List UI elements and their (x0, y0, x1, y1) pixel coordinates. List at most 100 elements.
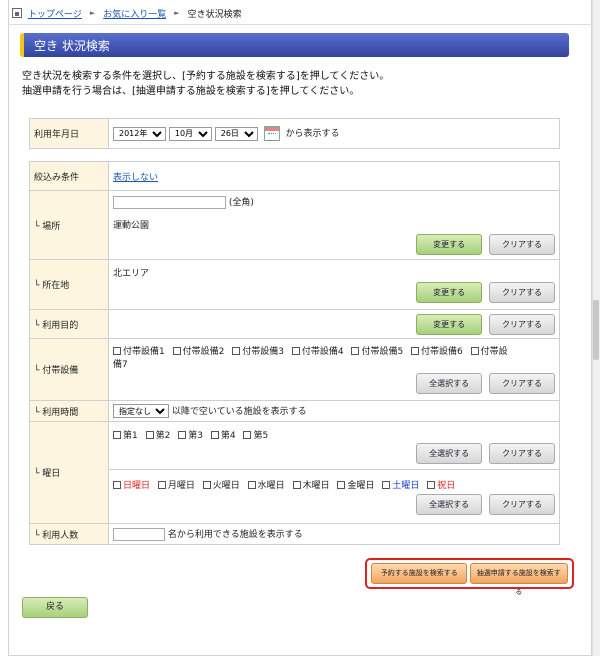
place-label: └ 場所 (29, 190, 109, 260)
checkbox-icon[interactable] (210, 430, 219, 439)
checkbox-icon[interactable] (470, 346, 479, 355)
day-option-label: 水曜日 (257, 481, 285, 491)
checkbox-icon[interactable] (113, 430, 121, 439)
place-clear-button[interactable]: クリアする (489, 234, 555, 256)
checkbox-icon[interactable] (232, 346, 241, 355)
week-option[interactable]: 第3 (178, 430, 203, 441)
day-select[interactable]: 26日 (214, 126, 258, 141)
week-clear-button[interactable]: クリアする (489, 442, 555, 464)
checkbox-icon[interactable] (113, 481, 121, 489)
breadcrumb-separator-icon: ► (89, 9, 96, 17)
scroll-thumb[interactable] (593, 300, 599, 360)
day-option-saturday[interactable]: 土曜日 (382, 481, 419, 491)
week-option[interactable]: 第4 (210, 430, 236, 441)
day-option-monday[interactable]: 月曜日 (157, 481, 195, 491)
equipment-option[interactable]: 付帯設備6 (411, 346, 463, 357)
equipment-option[interactable]: 付帯設備5 (351, 346, 403, 357)
week-option[interactable]: 第5 (243, 430, 268, 441)
day-option-holiday[interactable]: 祝日 (427, 481, 455, 491)
intro-line-1: 空き状況を検索する条件を選択し、[予約する施設を検索する]を押してください。 (22, 71, 390, 82)
equipment-option[interactable]: 付帯設備2 (172, 346, 224, 357)
equipment-select-all-button[interactable]: 全選択する (416, 372, 483, 394)
breadcrumb-divider (8, 24, 592, 25)
day-option-wednesday[interactable]: 水曜日 (247, 481, 285, 491)
equipment-label: └ 付帯設備 (29, 338, 109, 401)
checkbox-icon[interactable] (157, 481, 166, 489)
equipment-option[interactable]: 付帯設備3 (232, 346, 284, 357)
month-select[interactable]: 10月 (168, 126, 212, 141)
scrollbar[interactable] (592, 0, 600, 656)
filter-table: 絞込み条件 表示しない └ 場所 (全角) 運動公園 変更する クリアする └ … (29, 161, 560, 545)
checkbox-icon[interactable] (145, 430, 154, 439)
day-option-label: 木曜日 (302, 481, 330, 491)
back-button[interactable]: 戻る (22, 597, 88, 618)
checkbox-icon[interactable] (427, 481, 436, 489)
people-input[interactable] (113, 528, 165, 542)
week-select-all-button[interactable]: 全選択する (416, 442, 483, 464)
time-suffix: 以降で空いている施設を表示する (171, 406, 307, 417)
filter-label: 絞込み条件 (29, 161, 109, 191)
day-option-label: 土曜日 (392, 481, 420, 491)
day-option-sunday[interactable]: 日曜日 (113, 481, 150, 491)
checkbox-icon[interactable] (113, 346, 121, 355)
breadcrumb-home-link[interactable]: トップページ (28, 7, 82, 20)
equipment-option-label: 付帯設備6 (421, 346, 463, 357)
home-icon (12, 8, 22, 18)
week-option-label: 第3 (188, 430, 203, 441)
day-option-tuesday[interactable]: 火曜日 (202, 481, 240, 491)
week-option[interactable]: 第1 (113, 430, 138, 441)
checkbox-icon[interactable] (247, 481, 256, 489)
checkbox-icon[interactable] (291, 346, 300, 355)
time-select[interactable]: 指定なし (113, 404, 169, 419)
checkbox-icon[interactable] (351, 346, 360, 355)
checkbox-icon[interactable] (411, 346, 420, 355)
location-label: └ 所在地 (29, 259, 109, 310)
day-select-all-button[interactable]: 全選択する (416, 494, 483, 515)
day-options: 日曜日 月曜日 火曜日 水曜日 木曜日 金曜日 土曜日 祝日 (113, 478, 555, 491)
checkbox-icon[interactable] (292, 481, 301, 489)
equipment-option-label: 付帯設備4 (301, 346, 344, 357)
equipment-option[interactable]: 付帯設備1 (113, 346, 165, 357)
checkbox-icon[interactable] (382, 481, 391, 489)
date-value-cell: 2012年 10月 26日 から表示する (108, 118, 560, 149)
checkbox-icon[interactable] (337, 481, 346, 489)
purpose-label: └ 利用目的 (29, 309, 109, 339)
day-option-thursday[interactable]: 木曜日 (292, 481, 330, 491)
day-button-row: 全選択する クリアする (113, 494, 555, 515)
purpose-clear-button[interactable]: クリアする (489, 313, 555, 335)
week-option[interactable]: 第2 (145, 430, 170, 441)
checkbox-icon[interactable] (202, 481, 211, 489)
day-option-label: 月曜日 (167, 481, 195, 491)
place-input[interactable] (113, 196, 226, 210)
checkbox-icon[interactable] (243, 430, 252, 439)
place-value-cell: (全角) 運動公園 変更する クリアする (108, 190, 560, 260)
place-button-row: 変更する クリアする (113, 234, 555, 256)
equipment-option-label: 付帯設備1 (123, 346, 165, 357)
place-input-note: (全角) (228, 197, 254, 208)
time-value-cell: 指定なし 以降で空いている施設を表示する (108, 400, 560, 422)
filter-value-cell: 表示しない (108, 161, 560, 191)
people-suffix: 名から利用できる施設を表示する (167, 529, 303, 540)
location-change-button[interactable]: 変更する (416, 282, 483, 303)
checkbox-icon[interactable] (172, 346, 181, 355)
day-clear-button[interactable]: クリアする (489, 494, 555, 515)
equipment-clear-button[interactable]: クリアする (489, 372, 555, 394)
location-button-row: 変更する クリアする (113, 282, 555, 303)
breadcrumb-separator-icon: ► (174, 9, 180, 17)
search-lottery-button[interactable]: 抽選申請する施設を検索する (469, 563, 568, 596)
location-clear-button[interactable]: クリアする (489, 282, 555, 303)
people-label: └ 利用人数 (29, 523, 109, 545)
search-reserve-button[interactable]: 予約する施設を検索する (371, 563, 468, 584)
day-option-label: 祝日 (437, 481, 456, 491)
checkbox-icon[interactable] (178, 430, 187, 439)
equipment-option[interactable]: 付帯設備4 (291, 346, 344, 357)
purpose-change-button[interactable]: 変更する (416, 313, 483, 335)
year-select[interactable]: 2012年 (113, 126, 166, 141)
hide-filter-link[interactable]: 表示しない (113, 173, 158, 183)
equipment-option[interactable]: 付帯設 (470, 346, 508, 357)
calendar-icon[interactable] (263, 126, 280, 141)
place-change-button[interactable]: 変更する (416, 234, 483, 256)
day-option-friday[interactable]: 金曜日 (337, 481, 374, 491)
day-option-label: 日曜日 (123, 481, 151, 491)
breadcrumb-favorites-link[interactable]: お気に入り一覧 (103, 7, 166, 20)
